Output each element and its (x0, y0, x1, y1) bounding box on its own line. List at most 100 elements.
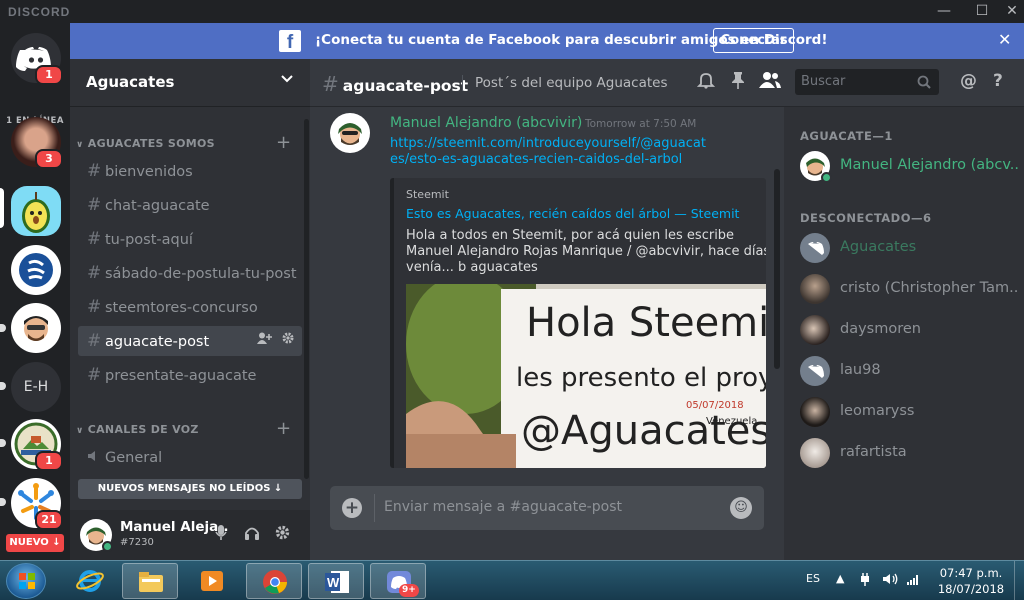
channel-bienvenidos[interactable]: # bienvenidos (78, 156, 302, 186)
settings-gear-icon[interactable] (275, 525, 290, 544)
member-item[interactable]: Manuel Alejandro (abcv.. (800, 147, 1020, 187)
category-text-channels[interactable]: ∨ AGUACATES SOMOS + (76, 132, 291, 153)
tray-expand-icon[interactable]: ▲ (836, 572, 844, 585)
microphone-icon[interactable] (215, 525, 227, 545)
dm-avatar-button[interactable]: 3 (11, 117, 63, 169)
channel-tu-post-aqui[interactable]: # tu-post-aquí (78, 224, 302, 254)
message-input[interactable]: Enviar mensaje a #aguacate-post (384, 499, 622, 515)
member-item[interactable]: daysmoren (800, 311, 1020, 351)
maximize-button[interactable]: ☐ (970, 2, 994, 20)
new-unread-messages-bar[interactable]: NUEVOS MENSAJES NO LEÍDOS ↓ (78, 479, 302, 499)
chevron-down-icon: ∨ (76, 140, 84, 150)
member-item[interactable]: Aguacates (800, 229, 1020, 269)
member-list: AGUACATE—1 Manuel Alejandro (abcv.. DESC… (784, 107, 1024, 560)
new-unreads-button[interactable]: NUEVO ↓ (6, 534, 64, 552)
headphones-icon[interactable] (244, 525, 260, 545)
add-voice-channel-icon[interactable]: + (276, 418, 291, 439)
member-name: Manuel Alejandro (abcv.. (840, 157, 1020, 173)
message-link[interactable]: https://steemit.com/introduceyourself/@a… (390, 136, 720, 168)
network-plug-icon[interactable] (858, 572, 872, 589)
channel-label: tu-post-aquí (105, 232, 193, 248)
help-icon[interactable]: ? (993, 71, 1003, 91)
member-item[interactable]: lau98 (800, 352, 1020, 392)
start-button[interactable] (6, 563, 46, 599)
message-author[interactable]: Manuel Alejandro (abcvivir) (390, 115, 582, 131)
home-button[interactable]: 1 (11, 33, 63, 85)
system-clock[interactable]: 07:47 p.m. 18/07/2018 (936, 565, 1006, 597)
emoji-icon[interactable]: ☺ (730, 497, 752, 519)
user-name: Manuel Aleja.. (120, 519, 229, 535)
dm-unread-badge: 3 (35, 149, 63, 169)
taskbar-word[interactable]: W (308, 563, 364, 599)
app-brand: DISCORD (8, 5, 71, 19)
gear-icon[interactable] (282, 332, 294, 348)
server-aguacates[interactable] (11, 186, 61, 236)
server-avatar-man[interactable] (11, 303, 61, 353)
member-name: Aguacates (840, 239, 917, 255)
show-desktop-button[interactable] (1014, 561, 1024, 600)
member-item[interactable]: leomaryss (800, 393, 1020, 433)
guild-name: Aguacates (86, 73, 175, 91)
close-notice-icon[interactable]: ✕ (998, 30, 1011, 49)
chat-scrollbar[interactable] (774, 169, 780, 369)
guild-header[interactable]: Aguacates (70, 59, 310, 107)
channel-label: sábado-de-postula-tu-post (105, 266, 297, 282)
channel-sidebar: Aguacates ∨ AGUACATES SOMOS + # bienvenid… (70, 59, 310, 560)
pin-icon[interactable] (731, 71, 745, 94)
image-text-line2: les presento el proyecto (516, 363, 766, 393)
close-window-button[interactable]: ✕ (1000, 2, 1024, 20)
channel-label: steemtores-concurso (105, 300, 258, 316)
connect-button[interactable]: Conectar (713, 28, 794, 53)
channel-sabado-de-postula[interactable]: # sábado-de-postula-tu-post (78, 258, 302, 288)
online-status-dot (821, 172, 832, 183)
channel-aguacate-post[interactable]: # aguacate-post (78, 326, 302, 356)
signal-icon[interactable] (906, 572, 920, 589)
channel-topic: Post´s del equipo Aguacates (462, 75, 668, 91)
taskbar-discord[interactable]: 9+ (370, 563, 426, 599)
server-maracay[interactable]: 1 (11, 419, 63, 471)
language-indicator[interactable]: ES (806, 572, 820, 585)
message-avatar[interactable] (330, 113, 370, 153)
category-voice-channels[interactable]: ∨ CANALES DE VOZ + (76, 418, 291, 439)
channel-chat-aguacate[interactable]: # chat-aguacate (78, 190, 302, 220)
steem-logo-icon (11, 245, 61, 295)
taskbar-chrome[interactable] (246, 563, 302, 599)
home-unread-badge: 1 (35, 65, 63, 85)
channel-steemtores-concurso[interactable]: # steemtores-concurso (78, 292, 302, 322)
cartoon-man-avatar (11, 303, 61, 353)
hash-icon: # (87, 297, 102, 317)
bell-icon[interactable] (696, 71, 716, 94)
server-rail: 1 1 EN LÍNEA 3 E-H (0, 23, 70, 560)
embed-image[interactable]: Hola Steemit les presento el proyecto 05… (406, 284, 766, 468)
invite-icon[interactable] (256, 332, 272, 348)
volume-icon[interactable] (882, 572, 898, 589)
member-item[interactable]: cristo (Christopher Tam.. (800, 270, 1020, 310)
minimize-button[interactable]: — (932, 2, 956, 20)
hash-icon: # (87, 263, 102, 283)
chat-area: # aguacate-post Post´s del equipo Aguacat… (310, 59, 1024, 560)
member-item[interactable]: rafartista (800, 434, 1020, 474)
channel-scrollbar[interactable] (304, 119, 309, 479)
windows-taskbar: W 9+ ES ▲ 07:47 p.m. 18/07/2018 (0, 560, 1024, 600)
mentions-icon[interactable]: @ (960, 71, 977, 91)
embed-title[interactable]: Esto es Aguacates, recién caídos del árb… (406, 206, 739, 221)
search-input[interactable]: Buscar (795, 69, 939, 95)
server-e-h[interactable]: E-H (11, 362, 61, 412)
taskbar-media-player[interactable] (184, 563, 240, 599)
hash-icon: # (87, 331, 102, 351)
taskbar-explorer[interactable] (122, 563, 178, 599)
embed-description: Hola a todos en Steemit, por acá quien l… (406, 228, 766, 275)
members-icon[interactable] (758, 71, 782, 94)
message-composer[interactable]: + Enviar mensaje a #aguacate-post ☺ (330, 486, 764, 530)
hash-icon: # (87, 365, 102, 385)
member-name: leomaryss (840, 403, 915, 419)
channel-presentate-aguacate[interactable]: # presentate-aguacate (78, 360, 302, 390)
image-text-line3: @Aguacates (521, 408, 766, 454)
hash-icon: # (87, 195, 102, 215)
add-channel-icon[interactable]: + (276, 132, 291, 153)
voice-channel-general[interactable]: General (78, 442, 302, 472)
upload-plus-icon[interactable]: + (342, 498, 362, 518)
server-community[interactable]: 21 (11, 478, 63, 530)
taskbar-internet-explorer[interactable] (62, 563, 118, 599)
server-steemit[interactable] (11, 245, 61, 295)
